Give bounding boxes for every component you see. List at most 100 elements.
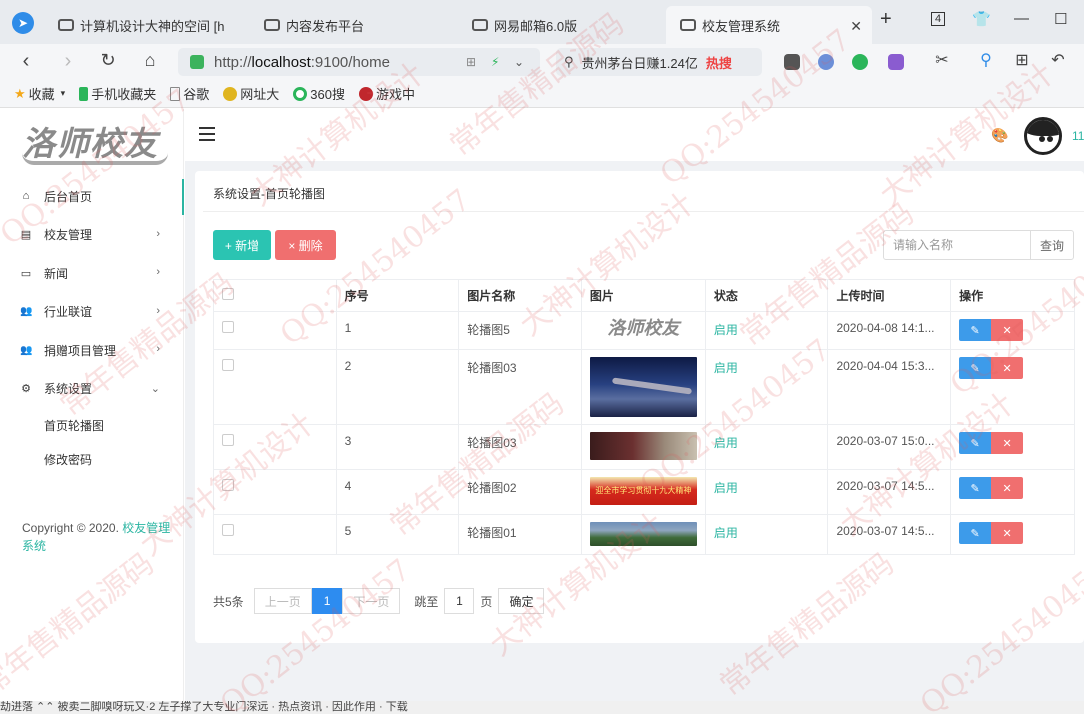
row-upload-time: 2020-03-07 14:5... bbox=[827, 514, 952, 555]
submenu-carousel[interactable]: 首页轮播图 bbox=[0, 408, 184, 442]
minimize-icon[interactable]: — bbox=[1014, 10, 1029, 27]
browser-tab[interactable]: 计算机设计大神的空间 [h bbox=[44, 6, 254, 44]
reader-icon[interactable] bbox=[784, 54, 800, 70]
bookmark-item[interactable]: 360搜 bbox=[293, 84, 345, 103]
search-input[interactable] bbox=[883, 230, 1031, 260]
prev-page-button[interactable]: 上一页 bbox=[253, 588, 312, 614]
page-jump-input[interactable]: 1 bbox=[444, 588, 475, 614]
row-checkbox[interactable] bbox=[222, 434, 234, 446]
sidebar-item-donation[interactable]: 👥 捐赠项目管理 › bbox=[0, 331, 184, 370]
bookmark-item[interactable]: 网址大 bbox=[223, 84, 279, 103]
browser-tab[interactable]: 网易邮箱6.0版 bbox=[458, 6, 668, 44]
row-delete-button[interactable]: ✕ bbox=[991, 319, 1024, 341]
maximize-icon[interactable]: ☐ bbox=[1054, 10, 1067, 28]
row-delete-button[interactable]: ✕ bbox=[991, 432, 1024, 454]
table-row[interactable]: 3 轮播图03 启用 2020-03-07 15:0... ✎ ✕ bbox=[213, 424, 1075, 470]
next-page-button[interactable]: 下一页 bbox=[342, 588, 401, 614]
row-checkbox[interactable] bbox=[222, 479, 234, 491]
tab-count[interactable]: 4 bbox=[931, 12, 946, 26]
browser-logo-icon[interactable]: ➤ bbox=[12, 12, 34, 34]
bookmark-item[interactable]: 游戏中 bbox=[358, 84, 415, 103]
avatar[interactable] bbox=[1024, 117, 1062, 155]
undo-icon[interactable]: ↶ bbox=[1046, 50, 1070, 70]
chevron-down-icon[interactable]: ⌄ bbox=[514, 55, 524, 69]
carousel-thumbnail[interactable] bbox=[589, 522, 697, 546]
edit-button[interactable]: ✎ bbox=[959, 357, 992, 379]
sidebar-item-home[interactable]: ⌂ 后台首页 bbox=[0, 177, 184, 216]
close-tab-icon[interactable]: ✕ bbox=[850, 18, 862, 35]
delete-button[interactable]: × 删除 bbox=[275, 230, 336, 260]
add-button[interactable]: + 新增 bbox=[213, 230, 271, 260]
zoom-icon[interactable]: ⚲ bbox=[974, 50, 998, 70]
sidebar-item-alumni[interactable]: ▤ 校友管理 › bbox=[0, 216, 184, 255]
qr-icon[interactable]: ⊞ bbox=[466, 55, 476, 69]
carousel-thumbnail[interactable]: 迎全市学习贯彻十九大精神 bbox=[589, 477, 697, 505]
breadcrumb: 系统设置-首页轮播图 bbox=[213, 187, 325, 201]
scissors-icon[interactable]: ✂ bbox=[930, 50, 954, 70]
bookmark-item[interactable]: 手机收藏夹 bbox=[79, 84, 156, 103]
page-number-button[interactable]: 1 bbox=[311, 588, 343, 614]
table-row[interactable]: 2 轮播图03 启用 2020-04-04 15:3... ✎ ✕ bbox=[213, 349, 1075, 425]
browser-tab-active[interactable]: 校友管理系统 ✕ bbox=[666, 6, 872, 44]
back-icon[interactable]: ‹ bbox=[14, 50, 38, 73]
table-row[interactable]: 5 轮播图01 启用 2020-03-07 14:5... ✎ ✕ bbox=[213, 514, 1075, 555]
row-delete-button[interactable]: ✕ bbox=[991, 477, 1024, 499]
edit-button[interactable]: ✎ bbox=[959, 522, 992, 544]
carousel-thumbnail[interactable]: 洛师校友 bbox=[589, 318, 697, 340]
bookmark-item[interactable]: 谷歌 bbox=[170, 84, 209, 103]
row-checkbox[interactable] bbox=[222, 359, 234, 371]
row-select-cell bbox=[213, 424, 337, 470]
gear-icon: ⚙ bbox=[21, 383, 31, 396]
row-delete-button[interactable]: ✕ bbox=[991, 357, 1024, 379]
row-checkbox[interactable] bbox=[222, 321, 234, 333]
shirt-icon[interactable]: 👕 bbox=[972, 10, 991, 28]
reload-icon[interactable]: ↻ bbox=[96, 50, 120, 71]
game-icon bbox=[358, 86, 373, 101]
top-bar: 🎨 11 bbox=[185, 109, 1084, 161]
home-icon[interactable]: ⌂ bbox=[138, 50, 162, 71]
search-button[interactable]: 查询 bbox=[1030, 230, 1074, 260]
action-group: ✎ ✕ bbox=[959, 357, 1066, 379]
site-nav-icon bbox=[223, 86, 238, 101]
bolt-icon[interactable]: ⚡ bbox=[491, 55, 499, 69]
edit-button[interactable]: ✎ bbox=[959, 477, 992, 499]
chevron-down-icon: ▾ bbox=[60, 88, 66, 98]
select-all-checkbox[interactable] bbox=[222, 288, 234, 300]
sidebar-item-settings[interactable]: ⚙ 系统设置 ⌄ bbox=[0, 370, 184, 409]
ad-block-icon[interactable] bbox=[818, 54, 834, 70]
submenu-change-password[interactable]: 修改密码 bbox=[0, 442, 184, 476]
sidebar-item-industry[interactable]: 👥 行业联谊 › bbox=[0, 293, 184, 332]
row-upload-time: 2020-03-07 15:0... bbox=[827, 424, 952, 470]
username[interactable]: 11 bbox=[1072, 129, 1084, 143]
browser-tab[interactable]: 内容发布平台 bbox=[250, 6, 460, 44]
action-group: ✎ ✕ bbox=[959, 319, 1066, 341]
apps-grid-icon[interactable]: ⊞ bbox=[1010, 50, 1034, 70]
new-tab-icon[interactable]: + bbox=[880, 8, 892, 31]
address-bar[interactable]: http://localhost:9100/home ⊞ ⚡ ⌄ bbox=[178, 48, 540, 76]
table-row[interactable]: 1 轮播图5 洛师校友 启用 2020-04-08 14:1... ✎ ✕ bbox=[213, 311, 1075, 350]
carousel-thumbnail[interactable] bbox=[589, 357, 697, 417]
edit-button[interactable]: ✎ bbox=[959, 432, 992, 454]
row-upload-time: 2020-04-08 14:1... bbox=[827, 311, 952, 350]
row-delete-button[interactable]: ✕ bbox=[991, 522, 1024, 544]
row-select-cell bbox=[213, 311, 337, 350]
menu-toggle-icon[interactable] bbox=[199, 127, 215, 141]
translate-icon[interactable] bbox=[888, 54, 904, 70]
row-checkbox[interactable] bbox=[222, 524, 234, 536]
site-logo[interactable]: 洛师校友 bbox=[22, 117, 172, 165]
browser-search-box[interactable]: ⚲ 贵州茅台日赚1.24亿 热搜 bbox=[556, 48, 762, 76]
palette-icon[interactable]: 🎨 bbox=[991, 127, 1008, 144]
column-header: 状态 bbox=[704, 279, 829, 312]
select-all-cell bbox=[213, 279, 337, 312]
table-row[interactable]: 4 轮播图02 迎全市学习贯彻十九大精神 启用 2020-03-07 14:5... ✎ ✕ bbox=[213, 469, 1075, 515]
confirm-jump-button[interactable]: 确定 bbox=[498, 588, 545, 614]
carousel-thumbnail[interactable] bbox=[589, 432, 697, 460]
green-extension-icon[interactable] bbox=[852, 54, 868, 70]
column-header: 图片名称 bbox=[458, 279, 582, 312]
row-number: 2 bbox=[335, 349, 460, 425]
forward-icon[interactable]: › bbox=[56, 50, 80, 73]
bookmark-item[interactable]: ★ 收藏 ▾ bbox=[14, 84, 65, 103]
edit-button[interactable]: ✎ bbox=[959, 319, 992, 341]
hot-search-badge[interactable]: 热搜 bbox=[706, 53, 732, 72]
sidebar-item-news[interactable]: ▭ 新闻 › bbox=[0, 254, 184, 293]
